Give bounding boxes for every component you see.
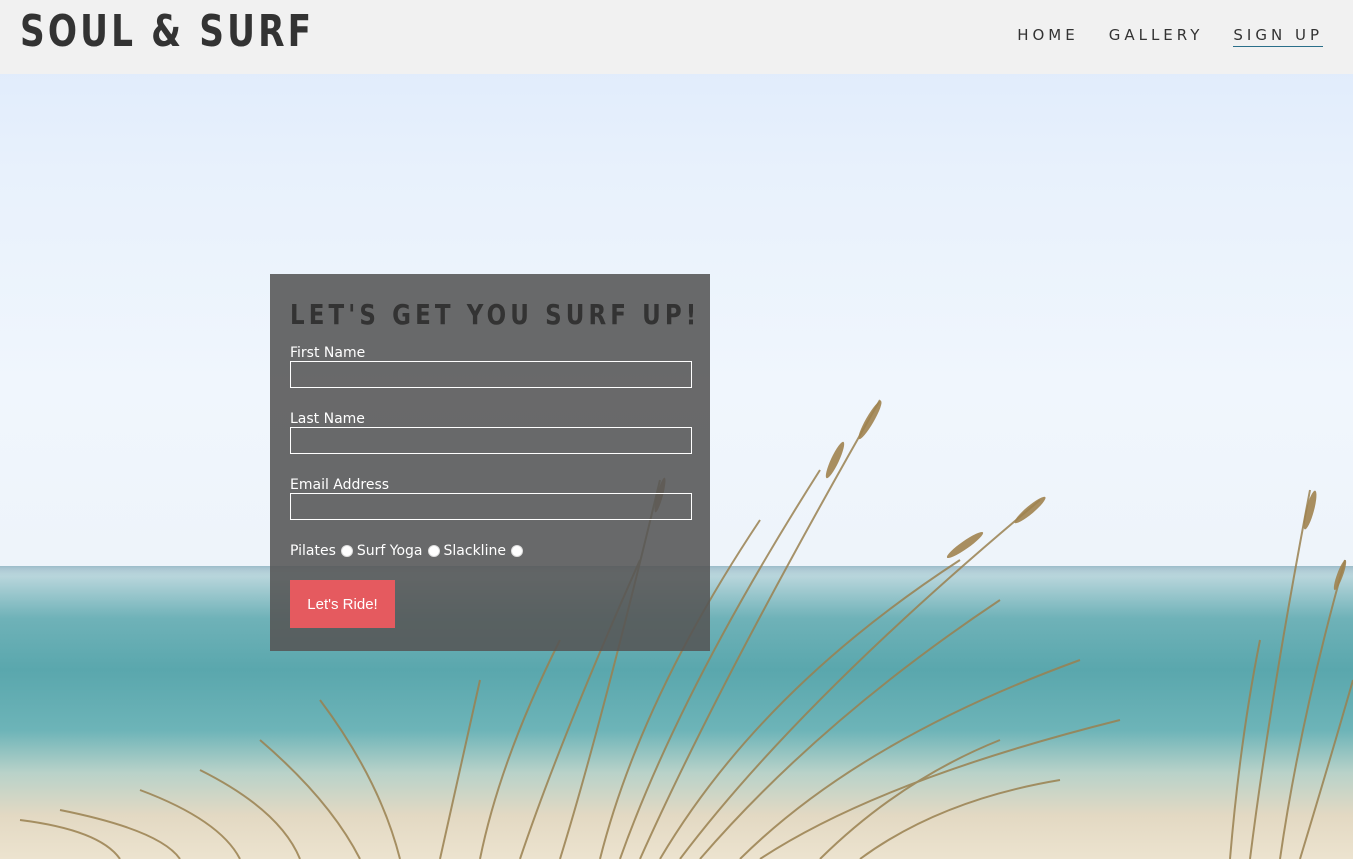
first-name-input[interactable] bbox=[290, 361, 692, 388]
site-logo[interactable]: SOUL & SURF bbox=[20, 6, 314, 57]
email-label: Email Address bbox=[290, 477, 390, 493]
pilates-radio[interactable] bbox=[340, 545, 353, 557]
slackline-radio[interactable] bbox=[510, 545, 523, 557]
surf-yoga-label: Surf Yoga bbox=[356, 543, 423, 559]
first-name-label: First Name bbox=[290, 345, 366, 361]
pilates-label: Pilates bbox=[290, 543, 336, 559]
nav-home[interactable]: HOME bbox=[1017, 26, 1079, 47]
last-name-input[interactable] bbox=[290, 427, 692, 454]
main-nav: HOME GALLERY SIGN UP bbox=[1017, 26, 1323, 47]
form-heading: LET'S GET YOU SURF UP! bbox=[290, 298, 701, 331]
signup-form-panel: LET'S GET YOU SURF UP! First Name Last N… bbox=[270, 274, 710, 651]
email-input[interactable] bbox=[290, 493, 692, 520]
last-name-label: Last Name bbox=[290, 411, 365, 427]
nav-gallery[interactable]: GALLERY bbox=[1109, 26, 1204, 47]
submit-button[interactable]: Let's Ride! bbox=[290, 580, 395, 628]
site-header: SOUL & SURF HOME GALLERY SIGN UP bbox=[0, 0, 1353, 74]
slackline-label: Slackline bbox=[443, 543, 506, 559]
activity-options: Pilates Surf Yoga Slackline bbox=[290, 541, 692, 561]
page: SOUL & SURF HOME GALLERY SIGN UP LET'S G… bbox=[0, 0, 1353, 859]
surf-yoga-radio[interactable] bbox=[427, 545, 440, 557]
nav-sign-up[interactable]: SIGN UP bbox=[1233, 26, 1323, 47]
